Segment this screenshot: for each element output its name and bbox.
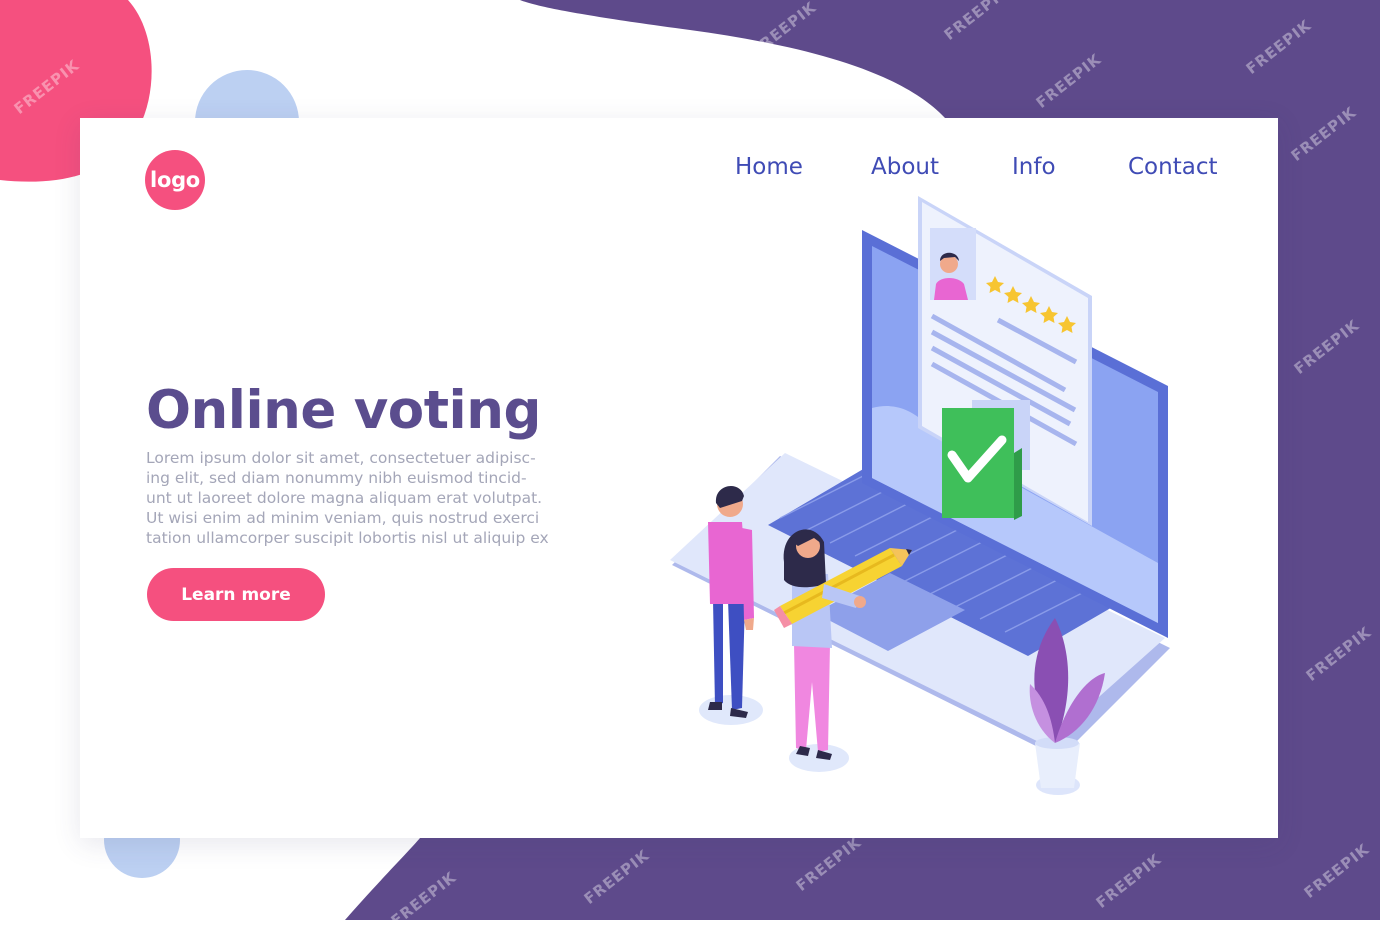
man-left-shoe [708, 702, 722, 710]
man-right-leg [728, 600, 745, 710]
man-arm [742, 528, 754, 620]
man-hand [744, 618, 754, 630]
online-voting-illustration [670, 196, 1170, 795]
man-torso [708, 522, 748, 604]
landing-card: logo Home About Info Contact Online voti… [80, 118, 1278, 838]
plant-pot [1035, 743, 1080, 788]
man-left-leg [713, 600, 723, 706]
woman-legs [794, 644, 830, 752]
woman-hand [854, 596, 866, 608]
check-box-side [1014, 448, 1022, 520]
